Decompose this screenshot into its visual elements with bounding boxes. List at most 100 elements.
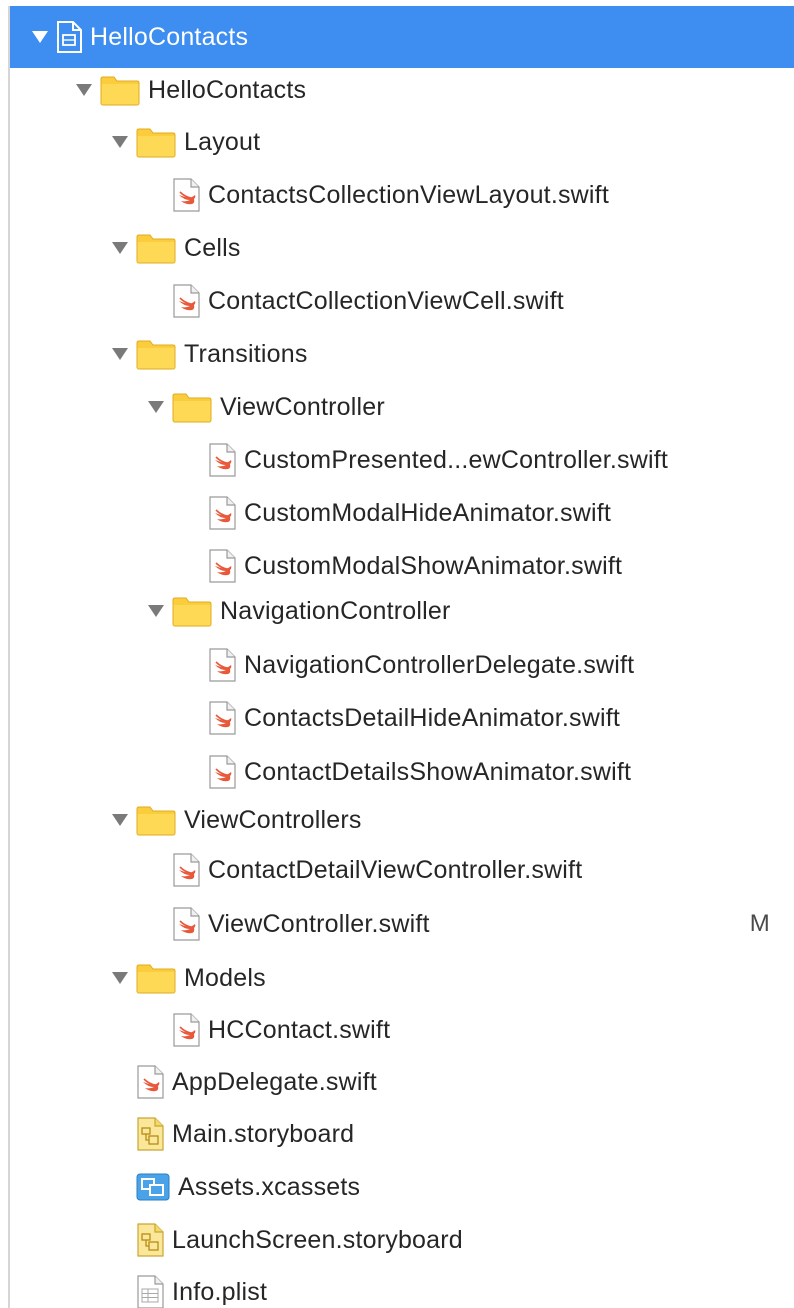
tree-item-label: ViewController.swift [208,909,430,938]
swift-file-icon [172,178,200,212]
tree-file-navigationcontrollerdelegate-swift[interactable]: NavigationControllerDelegate.swift [10,639,794,691]
tree-file-appdelegate-swift[interactable]: AppDelegate.swift [10,1056,794,1108]
tree-item-label: ViewController [220,392,385,421]
tree-item-label: Transitions [184,339,308,368]
folder-icon [172,391,212,423]
swift-file-icon [172,907,200,941]
project-navigator: HelloContacts HelloContacts Layout Contacts… [8,6,794,1308]
swift-file-icon [172,1013,200,1047]
tree-item-label: ContactsDetailHideAnimator.swift [244,703,620,732]
tree-group-layout[interactable]: Layout [10,116,794,168]
tree-file-custompresented-ewcontroller-swift[interactable]: CustomPresented...ewController.swift [10,434,794,486]
tree-file-contactdetailsshowanimator-swift[interactable]: ContactDetailsShowAnimator.swift [10,746,794,798]
tree-file-contactsdetailhideanimator-swift[interactable]: ContactsDetailHideAnimator.swift [10,692,794,744]
tree-group-viewcontrollers[interactable]: ViewControllers [10,794,794,846]
tree-group-transitions[interactable]: Transitions [10,328,794,380]
tree-item-label: HelloContacts [90,22,249,51]
storyboard-file-icon [136,1223,164,1257]
tree-group-hellocontacts[interactable]: HelloContacts [10,64,794,116]
tree-item-label: HelloContacts [148,75,307,104]
tree-item-label: CustomModalHideAnimator.swift [244,498,612,527]
disclosure-triangle-icon[interactable] [28,27,52,47]
tree-item-label: Assets.xcassets [178,1172,361,1201]
tree-group-hellocontacts[interactable]: HelloContacts [10,6,794,68]
disclosure-triangle-icon[interactable] [72,80,96,100]
swift-file-icon [208,701,236,735]
disclosure-triangle-icon[interactable] [108,344,132,364]
tree-group-models[interactable]: Models [10,952,794,1004]
tree-item-label: Cells [184,233,241,262]
swift-file-icon [136,1065,164,1099]
disclosure-triangle-icon[interactable] [108,810,132,830]
disclosure-triangle-icon[interactable] [108,132,132,152]
tree-item-label: HCContact.swift [208,1015,391,1044]
swift-file-icon [208,755,236,789]
disclosure-triangle-icon[interactable] [144,601,168,621]
swift-file-icon [172,853,200,887]
tree-item-label: Models [184,963,266,992]
tree-file-main-storyboard[interactable]: Main.storyboard [10,1108,794,1160]
folder-icon [136,804,176,836]
tree-item-label: ViewControllers [184,805,362,834]
swift-file-icon [208,496,236,530]
tree-file-custommodalhideanimator-swift[interactable]: CustomModalHideAnimator.swift [10,487,794,539]
folder-icon [136,338,176,370]
tree-file-contactscollectionviewlayout-swift[interactable]: ContactsCollectionViewLayout.swift [10,169,794,221]
swift-file-icon [208,549,236,583]
tree-item-label: Layout [184,127,261,156]
asset-catalog-icon [136,1172,170,1202]
tree-file-info-plist[interactable]: Info.plist [10,1266,794,1308]
storyboard-file-icon [136,1117,164,1151]
disclosure-triangle-icon[interactable] [108,968,132,988]
tree-item-label: ContactsCollectionViewLayout.swift [208,180,609,209]
tree-group-cells[interactable]: Cells [10,222,794,274]
plist-file-icon [136,1275,164,1308]
tree-item-label: Info.plist [172,1277,268,1306]
tree-file-assets-xcassets[interactable]: Assets.xcassets [10,1161,794,1213]
file-tree: HelloContacts HelloContacts Layout Contacts… [10,6,794,1308]
swift-file-icon [172,284,200,318]
tree-group-navigationcontroller[interactable]: NavigationController [10,585,794,637]
tree-file-contactdetailviewcontroller-swift[interactable]: ContactDetailViewController.swift [10,844,794,896]
tree-item-label: AppDelegate.swift [172,1067,377,1096]
folder-icon [136,232,176,264]
tree-item-label: NavigationControllerDelegate.swift [244,650,635,679]
tree-file-launchscreen-storyboard[interactable]: LaunchScreen.storyboard [10,1214,794,1266]
tree-item-label: CustomModalShowAnimator.swift [244,551,623,580]
tree-file-contactcollectionviewcell-swift[interactable]: ContactCollectionViewCell.swift [10,275,794,327]
folder-icon [172,595,212,627]
swift-file-icon [208,443,236,477]
tree-item-label: CustomPresented...ewController.swift [244,445,669,474]
tree-item-label: ContactCollectionViewCell.swift [208,286,564,315]
tree-item-label: Main.storyboard [172,1119,355,1148]
tree-item-label: ContactDetailsShowAnimator.swift [244,757,632,786]
tree-file-hccontact-swift[interactable]: HCContact.swift [10,1004,794,1056]
tree-item-label: LaunchScreen.storyboard [172,1225,463,1254]
tree-item-label: ContactDetailViewController.swift [208,855,583,884]
tree-file-viewcontroller-swift[interactable]: ViewController.swift M [10,898,794,950]
disclosure-triangle-icon[interactable] [144,397,168,417]
swift-file-icon [208,648,236,682]
folder-icon [100,74,140,106]
disclosure-triangle-icon[interactable] [108,238,132,258]
folder-icon [136,126,176,158]
tree-group-viewcontroller[interactable]: ViewController [10,381,794,433]
folder-icon [136,962,176,994]
tree-item-label: NavigationController [220,596,451,625]
